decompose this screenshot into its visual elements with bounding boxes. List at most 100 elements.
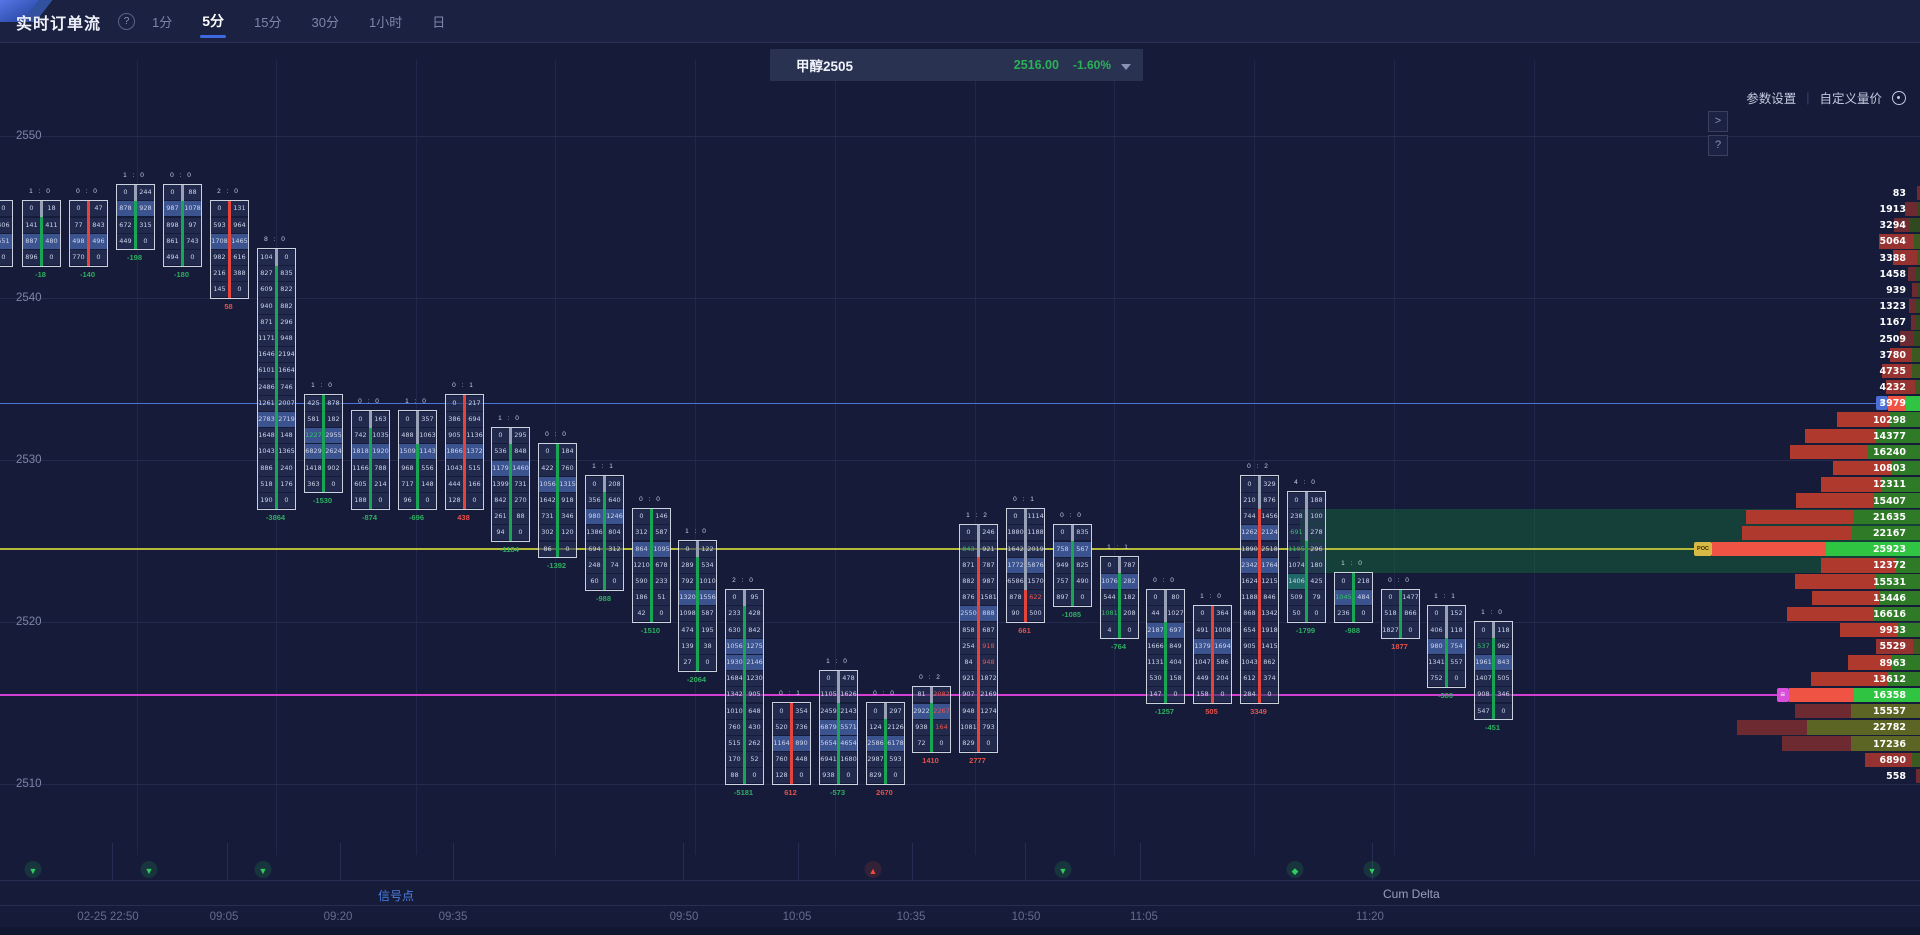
volume-profile-value: 17236 [1836, 739, 1906, 750]
volume-profile-value: 3979 [1836, 398, 1906, 409]
signal-up-icon[interactable]: ▲ [865, 861, 882, 878]
bid-cell: 1171 [258, 331, 275, 346]
ask-cell: 1274 [980, 704, 997, 719]
bid-cell: 1880 [1007, 525, 1024, 540]
candle-wick-segment [463, 411, 466, 427]
candle-wick-segment [1071, 573, 1074, 589]
signal-down-icon[interactable]: ▼ [25, 861, 42, 878]
ask-cell: 184 [559, 444, 576, 459]
signal-down-icon[interactable]: ▼ [255, 861, 272, 878]
help-icon[interactable]: ? [118, 13, 135, 30]
volume-profile-value: 10298 [1836, 415, 1906, 426]
candle-wick-segment [603, 509, 606, 525]
candle-wick-segment [696, 573, 699, 589]
candle-wick-segment [1024, 590, 1027, 606]
bid-cell: 1509 [399, 444, 416, 459]
expand-panel-button[interactable]: > [1708, 111, 1728, 132]
candle-wick-segment [556, 492, 559, 508]
candle-wick-segment [1211, 654, 1214, 670]
candle-wick-segment [1258, 622, 1261, 638]
ask-cell: 2007 [278, 396, 295, 411]
imbalance-header: 0 : 0 [76, 188, 99, 195]
candle-wick-segment [1118, 606, 1121, 622]
signal-down-icon[interactable]: ▼ [1364, 861, 1381, 878]
delta-label: -1085 [1062, 610, 1081, 619]
volume-profile-bar-buy [1915, 380, 1920, 394]
delta-label: -1530 [313, 496, 332, 505]
panel-help-button[interactable]: ? [1708, 135, 1728, 156]
ask-cell: 354 [793, 704, 810, 719]
bid-cell: 1666 [1147, 639, 1164, 654]
ask-cell: 1920 [372, 444, 389, 459]
imbalance-header: 0 : 0 [873, 690, 896, 697]
bid-cell: 905 [1241, 639, 1258, 654]
candle-wick-segment [1492, 638, 1495, 654]
volume-profile-value: 8963 [1836, 658, 1906, 669]
target-icon[interactable] [1892, 91, 1906, 105]
signal-down-icon[interactable]: ▼ [141, 861, 158, 878]
ask-cell: 88 [184, 185, 201, 200]
candle-wick-segment [1258, 687, 1261, 703]
ask-cell: 18 [43, 201, 60, 216]
ask-cell: 296 [278, 315, 295, 330]
imbalance-header: 1 : 1 [1107, 544, 1130, 551]
bid-cell: 254 [960, 639, 977, 654]
bid-cell: 261 [492, 509, 509, 524]
delta-label: -696 [409, 513, 424, 522]
signal-glyph: ▼ [1059, 866, 1068, 876]
signal-down-icon[interactable]: ▼ [1055, 861, 1072, 878]
signal-panel-label[interactable]: 信号点 [378, 887, 414, 904]
ask-cell: 876 [1261, 493, 1278, 508]
ask-cell: 2124 [1261, 525, 1278, 540]
tab-5min[interactable]: 5分 [200, 0, 226, 42]
header-bar: 实时订单流 ? 1分 5分 15分 30分 1小时 日 [0, 0, 1920, 43]
bid-cell: 302 [539, 525, 556, 540]
bid-cell: 898 [164, 218, 181, 233]
bid-cell: 0 [211, 201, 228, 216]
ask-cell: 448 [793, 752, 810, 767]
candle-wick-segment [87, 249, 90, 265]
ask-cell: 586 [1214, 655, 1231, 670]
ask-cell: 1114 [1027, 509, 1044, 524]
candle-wick-segment [1164, 654, 1167, 670]
volume-profile-value: 13446 [1836, 593, 1906, 604]
settings-button[interactable]: 参数设置 [1746, 88, 1796, 107]
delta-label: -198 [127, 253, 142, 262]
signal-diamond-icon[interactable]: ◆ [1287, 861, 1304, 878]
ask-cell: 2518 [1261, 542, 1278, 557]
bid-cell: 1227 [305, 428, 322, 443]
candle-wick-segment [1305, 541, 1308, 557]
bid-cell: 422 [539, 461, 556, 476]
candle-wick-segment [650, 541, 653, 557]
ask-cell: 346 [559, 509, 576, 524]
candle-wick-segment [790, 752, 793, 768]
tab-1hour[interactable]: 1小时 [367, 1, 404, 42]
ask-cell: 2169 [980, 687, 997, 702]
ask-cell: 0 [933, 736, 950, 751]
tab-30min[interactable]: 30分 [310, 1, 341, 42]
ask-cell: 964 [231, 218, 248, 233]
ask-cell: 1570 [1027, 574, 1044, 589]
tab-1min[interactable]: 1分 [150, 1, 174, 42]
bid-cell: 609 [258, 282, 275, 297]
bid-cell: 2783 [258, 412, 275, 427]
bid-cell: 1098 [679, 606, 696, 621]
ask-cell: 148 [419, 477, 436, 492]
candle-wick-segment [509, 509, 512, 525]
bid-cell: 968 [399, 461, 416, 476]
tab-15min[interactable]: 15分 [252, 1, 283, 42]
candle-wick-segment [743, 752, 746, 768]
ask-cell: 760 [559, 461, 576, 476]
candle-wick-segment [790, 719, 793, 735]
ask-cell: 374 [1261, 671, 1278, 686]
tab-day[interactable]: 日 [430, 1, 447, 42]
ask-cell: 131 [231, 201, 248, 216]
bid-cell: 474 [679, 623, 696, 638]
candle-wick-segment [463, 492, 466, 508]
candle-wick-segment [1164, 671, 1167, 687]
bid-cell: 515 [726, 736, 743, 751]
instrument-selector[interactable]: 甲醇2505 2516.00 -1.60% [770, 49, 1143, 81]
custom-volume-button[interactable]: 自定义量价 [1819, 88, 1882, 107]
ask-cell: 2624 [325, 444, 342, 459]
candle-wick-segment [1164, 590, 1167, 606]
